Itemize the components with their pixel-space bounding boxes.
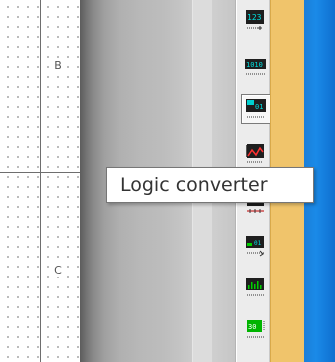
- tooltip: Logic converter: [106, 167, 314, 203]
- word-generator-icon[interactable]: 123: [244, 9, 268, 33]
- network-analyzer-icon[interactable]: [244, 276, 268, 300]
- svg-text:01: 01: [254, 240, 262, 247]
- svg-text:1010: 1010: [246, 61, 263, 69]
- zone-divider-line: [0, 172, 80, 173]
- logic-analyzer-icon[interactable]: 1010: [244, 55, 268, 79]
- logic-converter-icon[interactable]: 01: [241, 94, 271, 124]
- svg-text:123: 123: [247, 13, 262, 22]
- zone-label-b: B: [50, 59, 66, 72]
- svg-text:30: 30: [248, 323, 256, 331]
- frequency-counter-icon[interactable]: 30: [244, 318, 268, 342]
- border-line-vertical: [40, 0, 41, 362]
- spectrum-analyzer-icon[interactable]: 01: [244, 234, 268, 258]
- iv-analyzer-icon[interactable]: [244, 142, 268, 166]
- schematic-sheet[interactable]: B C: [0, 0, 80, 362]
- svg-text:01: 01: [255, 103, 263, 111]
- zone-label-c: C: [50, 264, 66, 277]
